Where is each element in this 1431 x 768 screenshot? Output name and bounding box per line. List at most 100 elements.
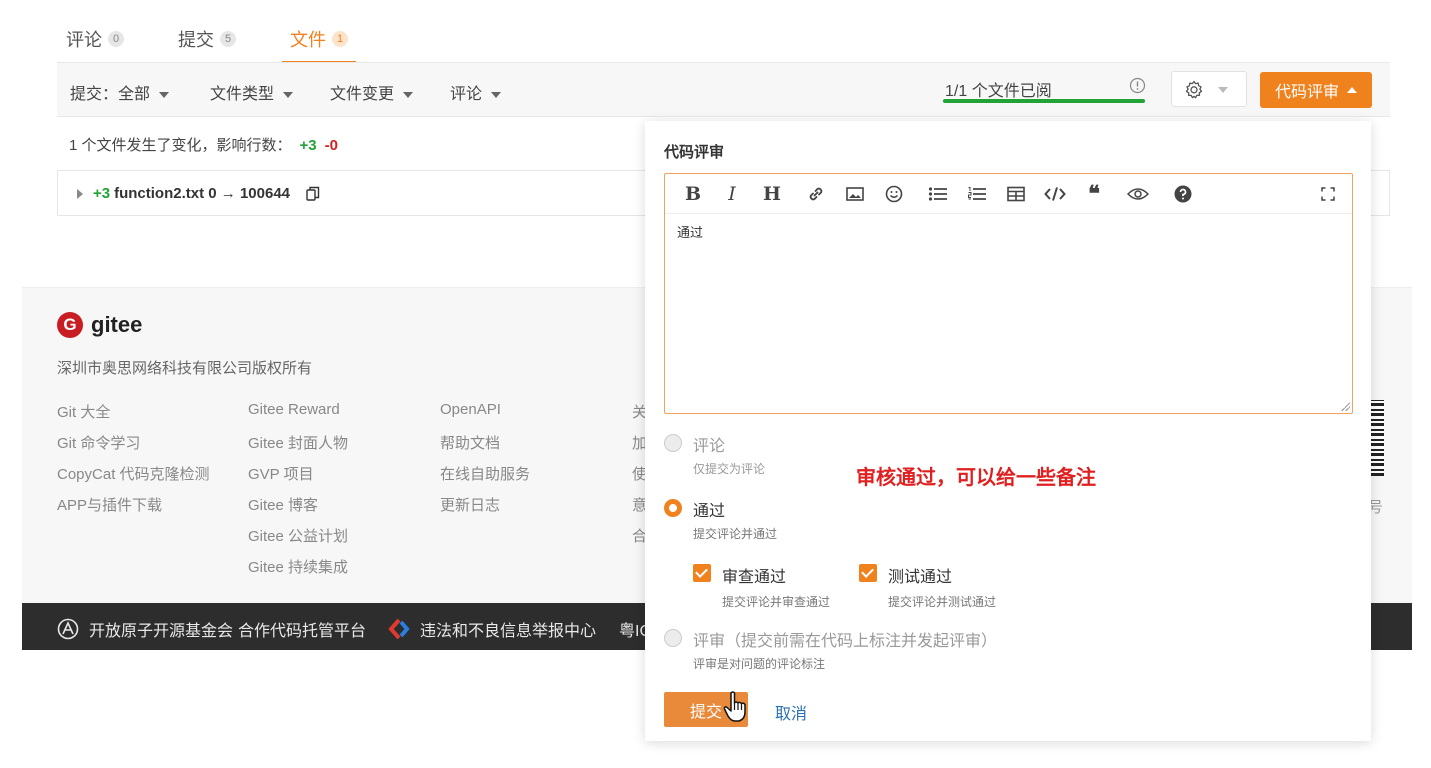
lines-added: +3 (299, 137, 317, 154)
files-read-count: 1/1 个文件已阅 (945, 83, 1052, 100)
review-pass-desc: 提交评论并审查通过 (722, 595, 831, 609)
tab-comments-label: 评论 (66, 30, 102, 50)
footer-link[interactable]: CopyCat 代码克隆检测 (57, 463, 210, 494)
editor-content[interactable]: 通过 (677, 222, 703, 241)
fullscreen-icon[interactable] (1316, 182, 1340, 206)
footer-column-2: Gitee Reward Gitee 封面人物 GVP 项目 Gitee 博客 … (248, 401, 348, 587)
option-comment-label: 评论 (693, 438, 726, 455)
footer-link[interactable]: 帮助文档 (440, 432, 530, 463)
comment-filter-label: 评论 (450, 86, 483, 103)
popup-title: 代码评审 (664, 144, 725, 161)
option-approve-desc: 提交评论并通过 (693, 527, 778, 541)
option-comment-desc: 仅提交为评论 (693, 462, 766, 476)
chevron-down-icon (491, 91, 502, 98)
tab-files-label: 文件 (290, 30, 326, 50)
gitee-logo-icon: G (57, 312, 83, 338)
table-icon[interactable] (1004, 182, 1028, 206)
test-pass-checkbox[interactable] (859, 564, 877, 582)
copy-icon[interactable] (306, 186, 320, 202)
test-pass-label: 测试通过 (888, 569, 953, 586)
quote-icon[interactable]: ❝ (1082, 181, 1106, 207)
option-approve-label: 通过 (693, 503, 726, 520)
file-name-text: function2.txt 0 → 100644 (114, 185, 291, 202)
footer-link[interactable]: Gitee 博客 (248, 494, 348, 525)
tab-commits-label: 提交 (178, 30, 214, 50)
expand-icon[interactable] (77, 189, 83, 199)
tab-files-count: 1 (332, 31, 348, 47)
footer-link[interactable]: Gitee 封面人物 (248, 432, 348, 463)
footer-link[interactable]: Gitee Reward (248, 401, 348, 432)
code-review-button-label: 代码评审 (1274, 84, 1339, 101)
chevron-up-icon (1347, 87, 1357, 93)
option-review-desc: 评审是对问题的评论标注 (693, 657, 826, 671)
test-pass-desc: 提交评论并测试通过 (888, 595, 997, 609)
gear-icon (1185, 80, 1203, 99)
cancel-button[interactable]: 取消 (775, 700, 807, 724)
image-icon[interactable] (843, 182, 867, 206)
footer-link[interactable]: Gitee 公益计划 (248, 525, 348, 556)
bold-icon[interactable]: B (681, 182, 705, 206)
report-center-link[interactable]: 违法和不良信息举报中心 (388, 617, 596, 641)
tab-files[interactable]: 文件 1 (282, 16, 356, 63)
footer-link[interactable]: 在线自助服务 (440, 463, 530, 494)
footer-link[interactable]: Gitee 持续集成 (248, 556, 348, 587)
commit-filter-dropdown[interactable]: 提交：全部 (70, 80, 170, 104)
copyright-text: 深圳市奥思网络科技有限公司版权所有 (57, 360, 313, 377)
tab-comments-count: 0 (108, 31, 124, 47)
heading-icon[interactable]: H (760, 182, 784, 206)
footer-link[interactable]: APP与插件下载 (57, 494, 210, 525)
settings-dropdown[interactable] (1171, 71, 1247, 107)
numbered-list-icon[interactable] (965, 182, 989, 206)
file-change-dropdown[interactable]: 文件变更 (330, 80, 414, 104)
code-review-popup: 代码评审 B I H ❝ 通过 评论 仅提交为评论 审核通过，可以给一些备注 通… (645, 121, 1371, 741)
footer-link[interactable]: 更新日志 (440, 494, 530, 525)
file-type-label: 文件类型 (210, 86, 275, 103)
gitee-logo-text: gitee (91, 312, 143, 337)
help-icon[interactable] (1171, 182, 1195, 206)
change-summary-text: 1 个文件发生了变化，影响行数： (69, 137, 292, 154)
emoji-icon[interactable] (882, 182, 906, 206)
code-icon[interactable] (1043, 182, 1067, 206)
footer-column-3: OpenAPI 帮助文档 在线自助服务 更新日志 (440, 401, 530, 525)
report-center-text: 违法和不良信息举报中心 (420, 623, 597, 640)
resize-handle[interactable] (1340, 401, 1350, 411)
commit-filter-label: 提交：全部 (70, 86, 151, 103)
editor-toolbar: B I H ❝ (665, 174, 1352, 214)
footer-link[interactable]: Git 命令学习 (57, 432, 210, 463)
gitee-logo[interactable]: G gitee (57, 312, 142, 338)
qr-code (1370, 400, 1384, 476)
tab-commits-count: 5 (220, 31, 236, 47)
review-pass-checkbox[interactable] (693, 564, 711, 582)
hand-cursor-icon (723, 691, 746, 722)
comment-editor[interactable]: B I H ❝ 通过 (664, 173, 1353, 414)
tab-comments[interactable]: 评论 0 (58, 16, 132, 62)
lines-deleted: -0 (324, 137, 338, 154)
footer-link[interactable]: Git 大全 (57, 401, 210, 432)
chevron-down-icon (283, 91, 294, 98)
preview-eye-icon[interactable] (1126, 182, 1150, 206)
tab-commits[interactable]: 提交 5 (170, 16, 244, 62)
bullet-list-icon[interactable] (926, 182, 950, 206)
foundation-text: 开放原子开源基金会 (89, 623, 234, 640)
italic-icon[interactable]: I (720, 182, 744, 206)
info-icon[interactable] (1129, 77, 1146, 94)
file-name[interactable]: +3 function2.txt 0 → 100644 (93, 185, 290, 202)
comment-filter-dropdown[interactable]: 评论 (450, 80, 502, 104)
review-radio[interactable] (664, 629, 682, 647)
file-change-label: 文件变更 (330, 86, 395, 103)
footer-link[interactable]: GVP 项目 (248, 463, 348, 494)
foundation-link[interactable]: 开放原子开源基金会 (57, 617, 233, 641)
chevron-down-icon (159, 91, 170, 98)
option-review-label: 评审（提交前需在代码上标注并发起评审） (693, 633, 998, 650)
file-type-dropdown[interactable]: 文件类型 (210, 80, 294, 104)
change-summary: 1 个文件发生了变化，影响行数： +3 -0 (69, 134, 338, 155)
review-pass-label: 审查通过 (722, 569, 787, 586)
chevron-down-icon (1218, 87, 1228, 93)
link-icon[interactable] (804, 182, 828, 206)
comment-radio[interactable] (664, 434, 682, 452)
footer-column-1: Git 大全 Git 命令学习 CopyCat 代码克隆检测 APP与插件下载 (57, 401, 210, 525)
approve-radio[interactable] (664, 499, 682, 517)
code-review-button[interactable]: 代码评审 (1260, 72, 1372, 108)
files-read-progress (943, 99, 1145, 103)
footer-link[interactable]: OpenAPI (440, 401, 530, 432)
